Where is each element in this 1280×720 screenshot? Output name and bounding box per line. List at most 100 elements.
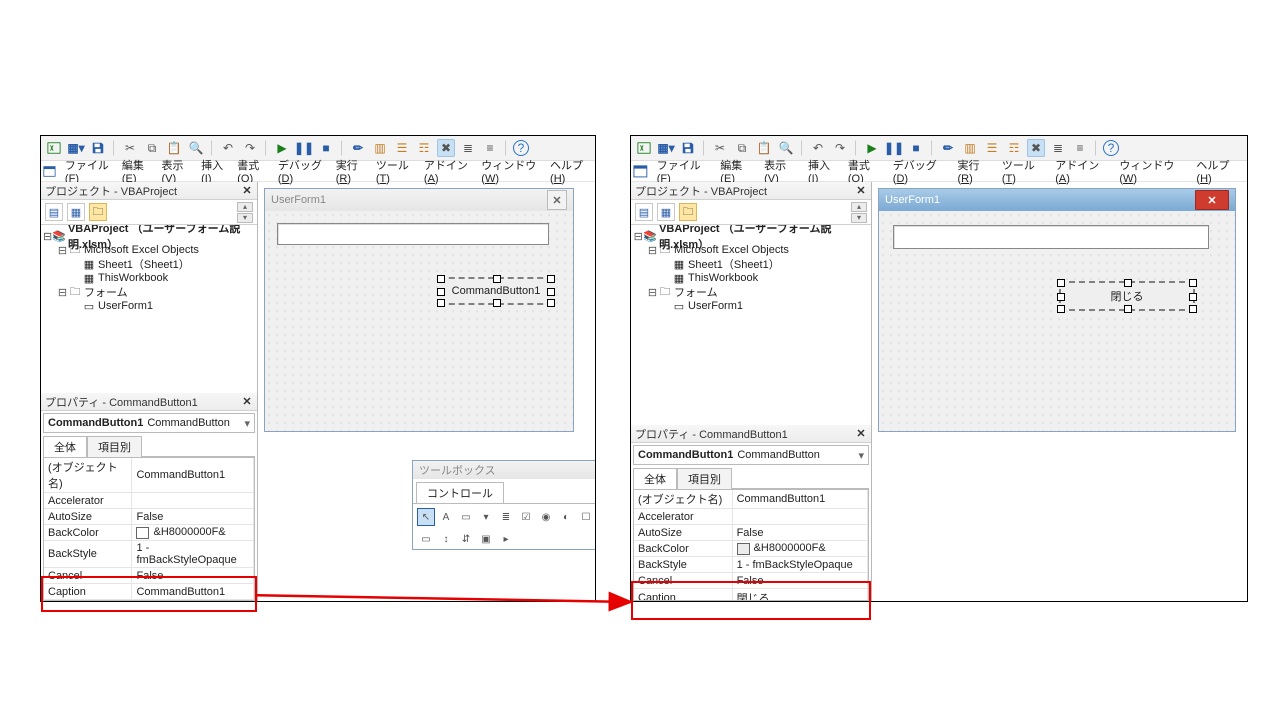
design-surface: UserForm1 ✕ CommandButton1 [258,182,595,602]
toolbox-window[interactable]: ツールボックス コントロール ↖ A ▭ ▾ ≣ ☑ ◉ ◐ ☐ ▬ ⧉ [412,460,596,550]
menubar: ファイル(F) 編集(E) 表示(V) 挿入(I) 書式(O) デバッグ(D) … [41,161,595,182]
paste-icon[interactable]: 📋 [755,139,773,157]
toggle-folders-icon[interactable]: 🗀 [679,203,697,221]
scrollbar-tool-icon[interactable]: ↕ [437,530,455,548]
vbe-icon [633,163,648,179]
properties-grid[interactable]: (オブジェクト名)CommandButton1 Accelerator Auto… [43,457,255,601]
project-pane-title: プロジェクト - VBAProject ✕ [41,182,257,200]
run-icon[interactable]: ▶ [273,139,291,157]
togglebutton-tool-icon[interactable]: ◐ [557,508,575,526]
properties-pane-title: プロパティ - CommandButton1 ✕ [41,393,257,411]
textbox-tool-icon[interactable]: ▭ [457,508,475,526]
tab-order-icon[interactable]: ≣ [459,139,477,157]
combobox-tool-icon[interactable]: ▾ [477,508,495,526]
undo-icon[interactable]: ↶ [219,139,237,157]
object-selector[interactable]: CommandButton1 CommandButton ▾ [633,445,869,465]
copy-icon[interactable]: ⧉ [733,139,751,157]
view-code-icon[interactable]: ▤ [45,203,63,221]
tab-all[interactable]: 全体 [633,468,677,489]
properties-window-icon[interactable]: ☰ [983,139,1001,157]
align-icon[interactable]: ≡ [1071,139,1089,157]
scroll-up-icon[interactable]: ▴ [237,202,253,212]
userform-designer[interactable]: UserForm1 ✕ 閉じる [878,188,1236,432]
copy-icon[interactable]: ⧉ [143,139,161,157]
form-close-icon[interactable]: ✕ [547,190,567,210]
project-pane-close-icon[interactable]: ✕ [239,182,255,198]
project-tree[interactable]: ⊟📚VBAProject （ユーザーフォーム説明.xlsm） ⊟🗀Microso… [631,225,871,373]
vbe-icon [43,163,56,179]
object-browser-icon[interactable]: ☶ [1005,139,1023,157]
commandbutton-control[interactable]: CommandButton1 [439,277,553,305]
project-pane-close-icon[interactable]: ✕ [853,182,869,198]
reset-icon[interactable]: ■ [317,139,335,157]
design-mode-icon[interactable]: ✏ [939,139,957,157]
refedit-tool-icon[interactable]: ▸ [497,530,515,548]
tab-all[interactable]: 全体 [43,436,87,457]
multipage-tool-icon[interactable]: ▭ [417,530,435,548]
tab-category[interactable]: 項目別 [87,436,142,457]
cut-icon[interactable]: ✂ [121,139,139,157]
userform-designer[interactable]: UserForm1 ✕ CommandButton1 [264,188,574,432]
project-explorer-icon[interactable]: ▥ [371,139,389,157]
tab-category[interactable]: 項目別 [677,468,732,489]
properties-pane-close-icon[interactable]: ✕ [239,393,255,409]
scroll-down-icon[interactable]: ▾ [237,213,253,223]
form-titlebar: UserForm1 ✕ [879,189,1235,211]
redo-icon[interactable]: ↷ [241,139,259,157]
view-object-icon[interactable]: ▦ [67,203,85,221]
toolbox-icon[interactable]: ✖ [1027,139,1045,157]
properties-window-icon[interactable]: ☰ [393,139,411,157]
toolbox-tab-controls[interactable]: コントロール [416,482,504,503]
label-tool-icon[interactable]: A [437,508,455,526]
view-code-icon[interactable]: ▤ [635,203,653,221]
help-icon[interactable]: ? [513,140,529,156]
align-icon[interactable]: ≡ [481,139,499,157]
object-browser-icon[interactable]: ☶ [415,139,433,157]
pointer-tool-icon[interactable]: ↖ [417,508,435,526]
find-icon[interactable]: 🔍 [777,139,795,157]
tab-order-icon[interactable]: ≣ [1049,139,1067,157]
project-explorer-icon[interactable]: ▥ [961,139,979,157]
frame-tool-icon[interactable]: ☐ [577,508,595,526]
textbox-control[interactable] [277,223,549,245]
break-icon[interactable]: ❚❚ [295,139,313,157]
listbox-tool-icon[interactable]: ≣ [497,508,515,526]
redo-icon[interactable]: ↷ [831,139,849,157]
optionbutton-tool-icon[interactable]: ◉ [537,508,555,526]
save-icon[interactable] [89,139,107,157]
scroll-up-icon[interactable]: ▴ [851,202,867,212]
save-icon[interactable] [679,139,697,157]
checkbox-tool-icon[interactable]: ☑ [517,508,535,526]
project-tree[interactable]: ⊟📚VBAProject （ユーザーフォーム説明.xlsm） ⊟🗀Microso… [41,225,257,353]
properties-grid[interactable]: (オブジェクト名)CommandButton1 Accelerator Auto… [633,489,869,601]
view-object-icon[interactable]: ▦ [657,203,675,221]
insert-module-icon[interactable]: ▦▾ [657,139,675,157]
excel-icon[interactable] [45,139,63,157]
paste-icon[interactable]: 📋 [165,139,183,157]
cut-icon[interactable]: ✂ [711,139,729,157]
form-close-icon[interactable]: ✕ [1195,190,1229,210]
help-icon[interactable]: ? [1103,140,1119,156]
menubar: ファイル(F) 編集(E) 表示(V) 挿入(I) 書式(O) デバッグ(D) … [631,161,1247,182]
spinbutton-tool-icon[interactable]: ⇵ [457,530,475,548]
commandbutton-control[interactable]: 閉じる [1059,281,1195,311]
break-icon[interactable]: ❚❚ [885,139,903,157]
toolbox-icon[interactable]: ✖ [437,139,455,157]
object-selector[interactable]: CommandButton1 CommandButton ▾ [43,413,255,433]
design-mode-icon[interactable]: ✏ [349,139,367,157]
reset-icon[interactable]: ■ [907,139,925,157]
toggle-folders-icon[interactable]: 🗀 [89,203,107,221]
form-titlebar: UserForm1 ✕ [265,189,573,211]
design-surface: UserForm1 ✕ 閉じる [872,182,1247,602]
find-icon[interactable]: 🔍 [187,139,205,157]
insert-module-icon[interactable]: ▦▾ [67,139,85,157]
properties-pane-close-icon[interactable]: ✕ [853,425,869,441]
run-icon[interactable]: ▶ [863,139,881,157]
chevron-down-icon[interactable]: ▾ [244,417,250,430]
excel-icon[interactable] [635,139,653,157]
chevron-down-icon[interactable]: ▾ [858,449,864,462]
undo-icon[interactable]: ↶ [809,139,827,157]
textbox-control[interactable] [893,225,1209,249]
image-tool-icon[interactable]: ▣ [477,530,495,548]
scroll-down-icon[interactable]: ▾ [851,213,867,223]
